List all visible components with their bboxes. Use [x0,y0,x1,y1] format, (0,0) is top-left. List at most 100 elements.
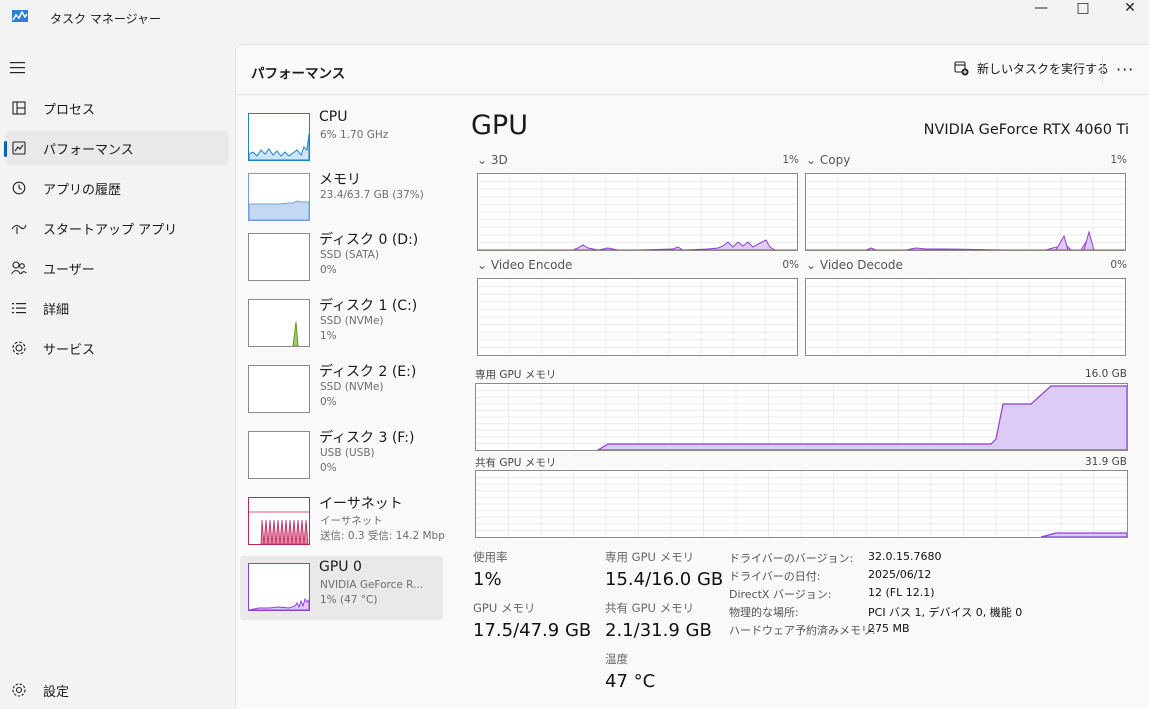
nav-active-indicator [4,141,7,157]
chevron-down-icon: ⌄ [477,258,491,272]
device-detail: イーサネット [320,515,383,527]
shared-memory-stat-label: 共有 GPU メモリ [605,601,695,615]
nav-label: 設定 [43,684,70,700]
shared-memory-stat-value: 2.1/31.9 GB [605,620,712,641]
engine-selector-video-encode[interactable]: ⌄ Video Encode [477,258,572,272]
shared-memory-label: 共有 GPU メモリ [475,457,557,469]
nav-item-performance[interactable]: パフォーマンス [5,131,229,165]
directx-version-label: DirectX バージョン: [729,588,832,601]
more-options-button[interactable]: ··· [1116,60,1134,79]
close-icon: ✕ [1124,0,1136,16]
gpu-model-name: NVIDIA GeForce RTX 4060 Ti [923,122,1129,138]
dedicated-memory-stat-label: 専用 GPU メモリ [605,550,695,564]
temperature-label: 温度 [605,652,628,666]
disk-thumbnail-graph [248,299,310,347]
graph-dedicated-memory [475,383,1128,451]
nav-item-services[interactable]: サービス [5,331,229,365]
driver-version-label: ドライバーのバージョン: [729,552,854,565]
device-item-disk-2[interactable]: ディスク 2 (E:) SSD (NVMe) 0% [240,358,443,422]
engine-pct-copy: 1% [1110,154,1127,166]
device-detail: SSD (SATA) [320,249,379,261]
engine-pct-video-encode: 0% [782,259,799,271]
engine-selector-copy[interactable]: ⌄ Copy [806,153,850,167]
window-title: タスク マネージャー [50,12,161,26]
device-detail: 23.4/63.7 GB (37%) [320,189,424,201]
driver-date-label: ドライバーの日付: [729,570,821,583]
run-task-label: 新しいタスクを実行する [977,62,1110,76]
device-name: GPU 0 [319,559,362,575]
directx-version-value: 12 (FL 12.1) [868,586,935,599]
nav-label: アプリの履歴 [43,182,122,198]
temperature-value: 47 °C [605,671,656,692]
dedicated-memory-stat-value: 15.4/16.0 GB [605,569,724,590]
services-icon [11,340,27,356]
device-detail: 送信: 0.3 受信: 14.2 Mbps [320,530,445,542]
header-divider [236,94,1149,95]
title-bar [0,0,1149,36]
device-detail: USB (USB) [320,447,375,459]
nav-item-settings[interactable]: 設定 [5,673,229,707]
gpu-memory-value: 17.5/47.9 GB [473,620,592,641]
device-item-disk-3[interactable]: ディスク 3 (F:) USB (USB) 0% [240,424,443,488]
device-name: ディスク 0 (D:) [319,232,419,248]
gpu-memory-label: GPU メモリ [473,601,536,615]
run-new-task-button[interactable]: 新しいタスクを実行する [954,60,1109,77]
chevron-down-icon: ⌄ [806,153,820,167]
nav-item-startup-apps[interactable]: スタートアップ アプリ [5,211,229,245]
device-item-memory[interactable]: メモリ 23.4/63.7 GB (37%) [240,166,443,230]
task-manager-app-icon [12,9,28,23]
disk-thumbnail-graph [248,431,310,479]
nav-item-processes[interactable]: プロセス [5,91,229,125]
graph-shared-memory [475,470,1128,538]
gpu-thumbnail-graph [248,563,310,611]
device-detail: 1% [320,330,337,342]
device-detail: 1% (47 °C) [320,594,378,606]
chevron-down-icon: ⌄ [806,258,820,272]
dedicated-memory-label: 専用 GPU メモリ [475,369,557,381]
nav-item-details[interactable]: 詳細 [5,291,229,325]
graph-copy [805,173,1126,251]
nav-label: パフォーマンス [43,142,134,158]
nav-item-users[interactable]: ユーザー [5,251,229,285]
disk-thumbnail-graph [248,365,310,413]
engine-pct-video-decode: 0% [1110,259,1127,271]
device-item-disk-1[interactable]: ディスク 1 (C:) SSD (NVMe) 1% [240,292,443,356]
processes-icon [11,100,27,116]
usage-value: 1% [473,569,502,590]
device-item-cpu[interactable]: CPU 6% 1.70 GHz [240,106,443,170]
driver-version-value: 32.0.15.7680 [868,550,942,563]
minimize-button[interactable]: — [1018,0,1064,16]
maximize-button[interactable]: □ [1060,0,1106,16]
device-detail: NVIDIA GeForce R... [320,579,424,591]
close-button[interactable]: ✕ [1107,0,1149,16]
graph-3d [477,173,798,251]
device-name: イーサネット [319,496,403,512]
hamburger-menu-button[interactable] [10,61,26,75]
physical-location-value: PCI バス 1, デバイス 0, 機能 0 [868,606,1023,619]
device-name: CPU [319,109,348,125]
run-task-icon [954,61,969,76]
details-icon [11,300,27,316]
nav-label: 詳細 [43,302,70,318]
device-detail: 0% [320,396,337,408]
device-name: ディスク 1 (C:) [319,298,418,314]
nav-item-app-history[interactable]: アプリの履歴 [5,171,229,205]
nav-label: ユーザー [43,262,95,278]
engine-selector-3d[interactable]: ⌄ 3D [477,153,508,167]
device-item-gpu-0[interactable]: GPU 0 NVIDIA GeForce R... 1% (47 °C) [240,556,443,620]
usage-label: 使用率 [473,550,508,564]
engine-pct-3d: 1% [782,154,799,166]
device-item-ethernet[interactable]: イーサネット イーサネット 送信: 0.3 受信: 14.2 Mbps [240,490,445,554]
dedicated-memory-max: 16.0 GB [1084,368,1127,380]
device-name: メモリ [319,172,361,188]
maximize-icon: □ [1076,0,1090,16]
nav-label: プロセス [43,102,96,118]
driver-date-value: 2025/06/12 [868,568,932,581]
device-detail: 6% 1.70 GHz [320,129,389,141]
shared-memory-max: 31.9 GB [1084,456,1127,468]
memory-thumbnail-graph [248,173,310,221]
engine-selector-video-decode[interactable]: ⌄ Video Decode [806,258,903,272]
reserved-memory-value: 275 MB [868,622,910,635]
device-item-disk-0[interactable]: ディスク 0 (D:) SSD (SATA) 0% [240,226,443,290]
chevron-down-icon: ⌄ [477,153,491,167]
